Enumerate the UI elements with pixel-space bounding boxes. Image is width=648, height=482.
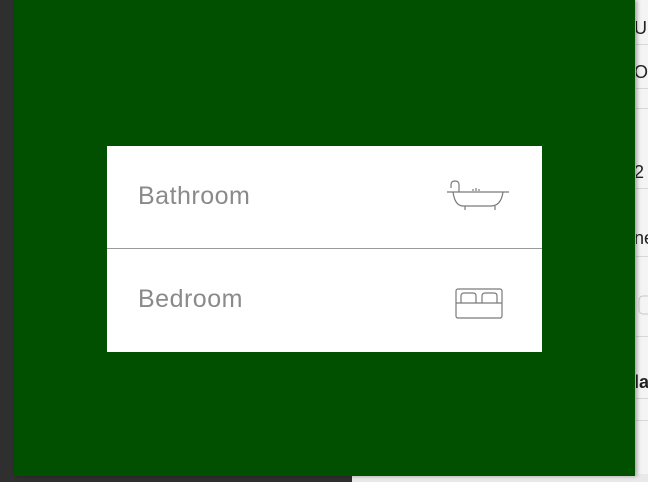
background-field-fragment: 2 <box>636 162 648 189</box>
bathtub-icon <box>447 179 511 220</box>
bed-icon <box>454 287 504 326</box>
background-field-fragment: la <box>636 372 648 399</box>
room-option-label: Bathroom <box>138 182 251 210</box>
room-type-menu: Bathroom Bedroom <box>107 146 542 352</box>
background-separator <box>636 108 648 109</box>
room-option-bedroom[interactable]: Bedroom <box>107 249 542 351</box>
background-separator <box>636 420 648 421</box>
room-option-label: Bedroom <box>138 285 243 313</box>
background-field-fragment: U <box>636 18 648 45</box>
background-control-fragment <box>636 290 648 322</box>
modal-overlay[interactable]: Bathroom Bedroom <box>14 0 635 476</box>
room-option-bathroom[interactable]: Bathroom <box>107 146 542 248</box>
background-separator <box>636 336 648 337</box>
background-field-fragment: O <box>636 62 648 89</box>
window-edge-left <box>0 0 14 482</box>
background-field-fragment: ne <box>636 228 648 257</box>
